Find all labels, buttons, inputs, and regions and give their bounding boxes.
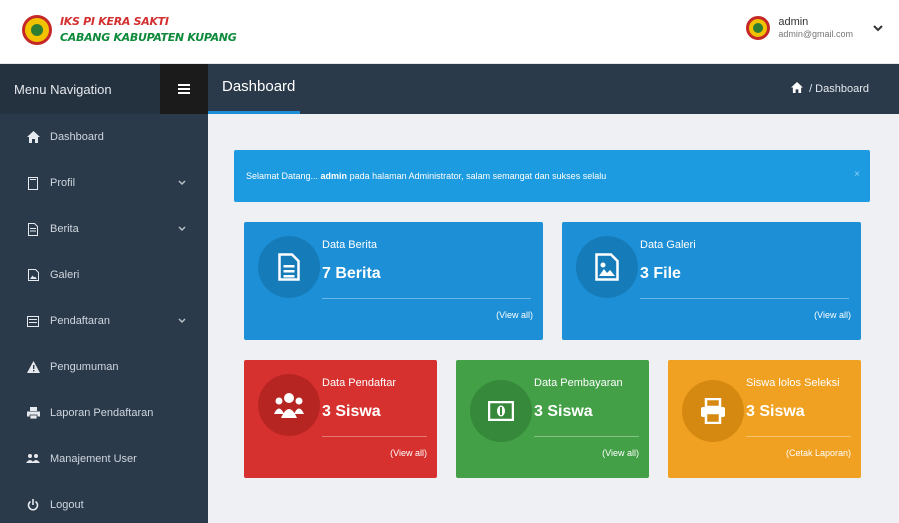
card-title: Data Pendaftar	[322, 377, 396, 389]
sidebar-item-label: Laporan Pendaftaran	[50, 407, 154, 419]
sidebar-item-label: Berita	[50, 223, 79, 235]
sidebar-item-berita[interactable]: Berita	[0, 206, 208, 252]
view-all-link[interactable]: (View all)	[496, 310, 533, 320]
warning-icon	[26, 360, 40, 374]
users-icon	[258, 374, 320, 436]
image-icon	[576, 236, 638, 298]
sidebar-item-label: Profil	[50, 177, 76, 189]
sidebar-item-label: Logout	[50, 499, 84, 511]
brand[interactable]: IKS PI KERA SAKTI CABANG KABUPATEN KUPAN…	[22, 14, 237, 46]
brand-line2: CABANG KABUPATEN KUPANG	[60, 31, 237, 44]
sidebar-item-label: Pendaftaran	[50, 315, 110, 327]
page-header: Dashboard / Dashboard	[208, 64, 899, 114]
print-report-link[interactable]: (Cetak Laporan)	[786, 448, 851, 458]
welcome-alert: Selamat Datang... admin pada halaman Adm…	[234, 150, 870, 202]
user-name: admin	[778, 16, 809, 28]
card-title: Siswa lolos Seleksi	[746, 377, 840, 389]
chevron-down-icon[interactable]	[873, 21, 883, 35]
sidebar-header: Menu Navigation	[0, 64, 208, 114]
document-icon	[26, 222, 40, 236]
alert-prefix: Selamat Datang...	[246, 171, 321, 181]
active-tab-indicator	[208, 111, 300, 114]
divider	[746, 436, 851, 437]
user-menu[interactable]: admin admin@gmail.com	[746, 16, 883, 40]
printer-icon	[682, 380, 744, 442]
divider	[534, 436, 639, 437]
alert-user: admin	[320, 171, 348, 181]
alert-text: Selamat Datang... admin pada halaman Adm…	[246, 171, 606, 181]
view-all-link[interactable]: (View all)	[814, 310, 851, 320]
card-value: 7 Berita	[322, 265, 381, 282]
top-header: IKS PI KERA SAKTI CABANG KABUPATEN KUPAN…	[0, 0, 899, 64]
chevron-down-icon	[178, 224, 186, 234]
divider	[322, 436, 427, 437]
sidebar-item-manajement-user[interactable]: Manajement User	[0, 436, 208, 482]
sidebar-item-laporan-pendaftaran[interactable]: Laporan Pendaftaran	[0, 390, 208, 436]
book-icon	[26, 176, 40, 190]
chevron-down-icon	[178, 178, 186, 188]
card-title: Data Pembayaran	[534, 377, 623, 389]
money-icon	[470, 380, 532, 442]
card-title: Data Galeri	[640, 239, 696, 251]
sidebar-item-pendaftaran[interactable]: Pendaftaran	[0, 298, 208, 344]
avatar	[746, 16, 771, 40]
sidebar-title: Menu Navigation	[14, 81, 112, 97]
card-value: 3 Siswa	[534, 403, 593, 420]
hamburger-menu-icon[interactable]	[160, 64, 208, 114]
chevron-down-icon	[178, 316, 186, 326]
sidebar-item-label: Pengumuman	[50, 361, 119, 373]
sidebar-item-label: Dashboard	[50, 131, 104, 143]
sidebar-item-dashboard[interactable]: Dashboard	[0, 114, 208, 160]
user-info: admin admin@gmail.com	[778, 16, 853, 40]
document-icon	[258, 236, 320, 298]
users-icon	[26, 452, 40, 466]
logo	[22, 15, 52, 45]
view-all-link[interactable]: (View all)	[390, 448, 427, 458]
close-icon[interactable]: ×	[854, 169, 860, 180]
home-icon[interactable]	[791, 82, 804, 96]
sidebar-item-label: Galeri	[50, 269, 80, 281]
alert-suffix: pada halaman Administrator, salam semang…	[347, 171, 607, 181]
brand-text: IKS PI KERA SAKTI CABANG KABUPATEN KUPAN…	[60, 14, 237, 46]
card-value: 3 File	[640, 265, 681, 282]
breadcrumb[interactable]: / Dashboard	[791, 82, 869, 96]
card-value: 3 Siswa	[746, 403, 805, 420]
divider	[640, 298, 849, 299]
view-all-link[interactable]: (View all)	[602, 448, 639, 458]
power-icon	[26, 498, 40, 512]
sidebar-item-galeri[interactable]: Galeri	[0, 252, 208, 298]
sidebar-item-label: Manajement User	[50, 453, 137, 465]
image-icon	[26, 268, 40, 282]
page-title: Dashboard	[222, 78, 296, 95]
breadcrumb-current: / Dashboard	[809, 83, 869, 95]
form-icon	[26, 314, 40, 328]
sidebar-item-profil[interactable]: Profil	[0, 160, 208, 206]
card-value: 3 Siswa	[322, 403, 381, 420]
card-data-pembayaran: Data Pembayaran 3 Siswa (View all)	[456, 360, 649, 478]
brand-line1: IKS PI KERA SAKTI	[60, 15, 169, 28]
card-title: Data Berita	[322, 239, 378, 251]
card-siswa-lolos-seleksi: Siswa lolos Seleksi 3 Siswa (Cetak Lapor…	[668, 360, 861, 478]
sidebar-item-logout[interactable]: Logout	[0, 482, 208, 523]
sidebar-item-pengumuman[interactable]: Pengumuman	[0, 344, 208, 390]
card-data-galeri: Data Galeri 3 File (View all)	[562, 222, 861, 340]
card-data-pendaftar: Data Pendaftar 3 Siswa (View all)	[244, 360, 437, 478]
card-data-berita: Data Berita 7 Berita (View all)	[244, 222, 543, 340]
home-icon	[26, 130, 40, 144]
user-email: admin@gmail.com	[778, 29, 853, 39]
divider	[322, 298, 531, 299]
printer-icon	[26, 406, 40, 420]
sidebar: Menu Navigation Dashboard Profil Berita	[0, 64, 208, 523]
